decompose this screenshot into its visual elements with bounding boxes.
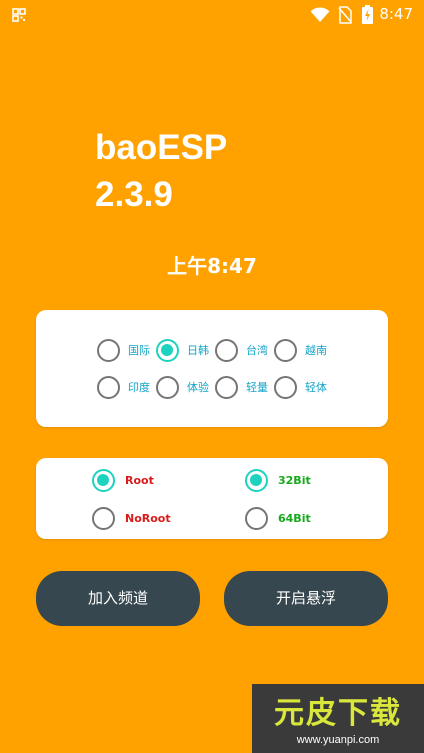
radio-button[interactable] xyxy=(97,338,120,362)
qr-grid-icon xyxy=(12,8,26,22)
no-sim-icon xyxy=(338,6,352,24)
radio-button[interactable] xyxy=(92,506,115,530)
join-channel-button[interactable]: 加入频道 xyxy=(36,571,200,626)
app-version: 2.3.9 xyxy=(95,175,173,214)
radio-button-selected[interactable] xyxy=(245,468,268,492)
radio-label: Root xyxy=(125,473,154,487)
open-float-button[interactable]: 开启悬浮 xyxy=(224,571,388,626)
status-bar: 8:47 xyxy=(0,0,424,30)
radio-option-lite[interactable]: 轻量 xyxy=(215,374,268,400)
battery-charging-icon xyxy=(362,5,373,24)
radio-button[interactable] xyxy=(245,506,268,530)
radio-button[interactable] xyxy=(274,338,297,362)
watermark-logo: 元皮下载 www.yuanpi.com xyxy=(252,684,424,753)
radio-option-international[interactable]: 国际 xyxy=(97,337,150,363)
radio-label: NoRoot xyxy=(125,511,171,525)
radio-option-32bit[interactable]: 32Bit xyxy=(245,467,311,493)
status-time: 8:47 xyxy=(379,5,413,23)
radio-label: 轻量 xyxy=(246,381,268,394)
watermark-url: www.yuanpi.com xyxy=(296,734,380,746)
region-card: 国际 日韩 台湾 越南 印度 体验 轻量 轻体 xyxy=(36,310,388,427)
wifi-icon xyxy=(310,7,330,23)
radio-option-experience[interactable]: 体验 xyxy=(156,374,209,400)
radio-option-taiwan[interactable]: 台湾 xyxy=(215,337,268,363)
radio-option-vietnam[interactable]: 越南 xyxy=(274,337,327,363)
radio-button[interactable] xyxy=(156,375,179,399)
radio-button[interactable] xyxy=(215,338,238,362)
radio-button[interactable] xyxy=(97,375,120,399)
radio-button[interactable] xyxy=(274,375,297,399)
radio-label: 台湾 xyxy=(246,344,268,357)
app-title: baoESP 2.3.9 xyxy=(95,124,227,218)
radio-label: 32Bit xyxy=(278,473,311,487)
radio-label: 国际 xyxy=(128,344,150,357)
radio-option-india[interactable]: 印度 xyxy=(97,374,150,400)
mode-card: Root NoRoot 32Bit 64Bit xyxy=(36,458,388,539)
radio-button-selected[interactable] xyxy=(156,338,179,362)
radio-option-64bit[interactable]: 64Bit xyxy=(245,505,311,531)
app-name: baoESP xyxy=(95,128,228,167)
radio-button-selected[interactable] xyxy=(92,468,115,492)
radio-option-light[interactable]: 轻体 xyxy=(274,374,327,400)
radio-button[interactable] xyxy=(215,375,238,399)
radio-label: 轻体 xyxy=(305,381,327,394)
watermark-title: 元皮下载 xyxy=(274,696,402,731)
radio-option-japan-korea[interactable]: 日韩 xyxy=(156,337,209,363)
radio-label: 64Bit xyxy=(278,511,311,525)
radio-label: 日韩 xyxy=(187,344,209,357)
radio-label: 越南 xyxy=(305,344,327,357)
radio-option-noroot[interactable]: NoRoot xyxy=(92,505,171,531)
radio-option-root[interactable]: Root xyxy=(92,467,154,493)
radio-label: 印度 xyxy=(128,381,150,394)
clock-text: 上午8:47 xyxy=(167,254,257,278)
radio-label: 体验 xyxy=(187,381,209,394)
